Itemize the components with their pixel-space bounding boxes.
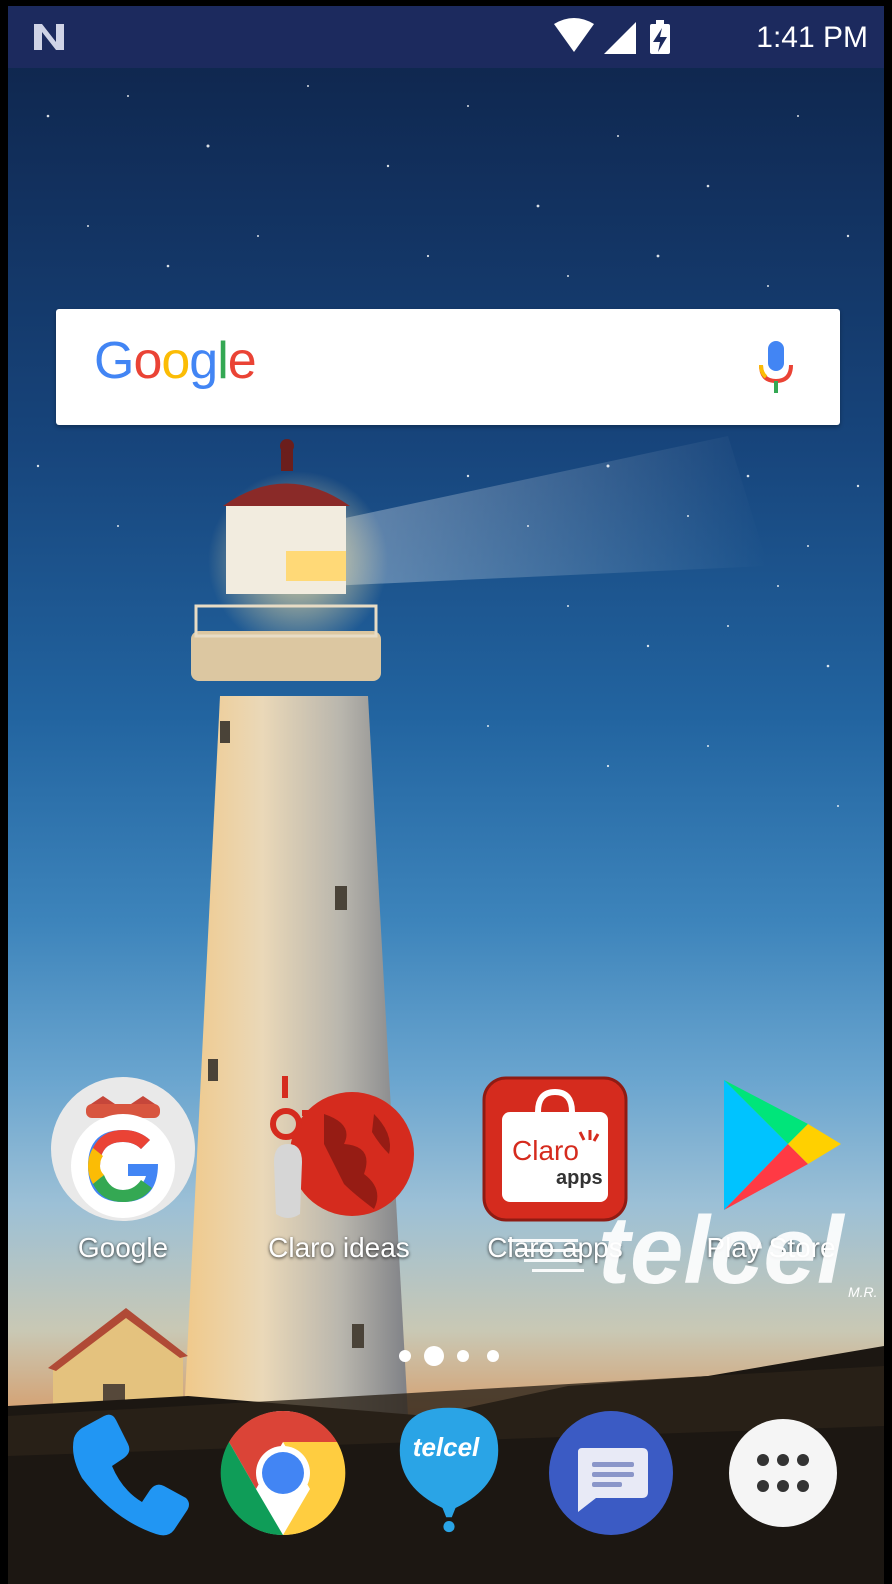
telcel-icon[interactable]: telcel bbox=[384, 1404, 514, 1534]
status-time: 1:41 PM bbox=[756, 21, 868, 54]
page-dot-current[interactable] bbox=[424, 1346, 444, 1366]
claro-ideas-icon bbox=[264, 1074, 414, 1224]
messages-icon[interactable] bbox=[546, 1408, 676, 1538]
microphone-icon[interactable] bbox=[756, 339, 796, 397]
google-logo-letter: o bbox=[133, 332, 162, 390]
page-dot[interactable] bbox=[399, 1350, 411, 1362]
page-dot[interactable] bbox=[487, 1350, 499, 1362]
app-label: Google bbox=[77, 1232, 169, 1263]
page-indicator bbox=[399, 1346, 499, 1366]
status-icons bbox=[554, 18, 670, 54]
status-bar: 1:41 PM bbox=[8, 6, 884, 68]
app-claro-ideas[interactable]: Claro ideas bbox=[254, 1074, 424, 1264]
google-search-bar[interactable]: Google bbox=[56, 309, 840, 425]
telcel-watermark-logo: telcel M.R. bbox=[508, 1201, 878, 1301]
page-dot[interactable] bbox=[457, 1350, 469, 1362]
google-logo-letter: e bbox=[227, 332, 257, 390]
app-drawer-icon[interactable] bbox=[718, 1408, 848, 1538]
cell-signal-icon bbox=[604, 22, 636, 54]
claro-apps-icon-text: Claro bbox=[512, 1135, 579, 1166]
phone-icon[interactable] bbox=[60, 1408, 190, 1538]
app-google[interactable]: Google bbox=[38, 1074, 208, 1264]
google-logo-letter: G bbox=[94, 332, 134, 390]
n-notification-icon bbox=[34, 24, 64, 50]
watermark-mark: M.R. bbox=[848, 1284, 878, 1300]
watermark-text: telcel bbox=[598, 1201, 846, 1301]
telcel-icon-text: telcel bbox=[413, 1432, 480, 1462]
google-logo-letter: g bbox=[189, 332, 218, 390]
google-logo: Google bbox=[94, 331, 257, 391]
google-logo-letter: l bbox=[217, 332, 229, 390]
claro-apps-icon-subtext: apps bbox=[556, 1167, 603, 1189]
google-app-icon bbox=[48, 1074, 198, 1224]
home-screen: 1:41 PM Google Google Claro ideas Claro … bbox=[8, 6, 884, 1584]
app-label: Claro ideas bbox=[268, 1232, 410, 1263]
wifi-icon bbox=[554, 18, 594, 52]
google-logo-letter: o bbox=[161, 332, 190, 390]
chrome-icon[interactable] bbox=[218, 1408, 348, 1538]
battery-charging-icon bbox=[650, 20, 670, 54]
